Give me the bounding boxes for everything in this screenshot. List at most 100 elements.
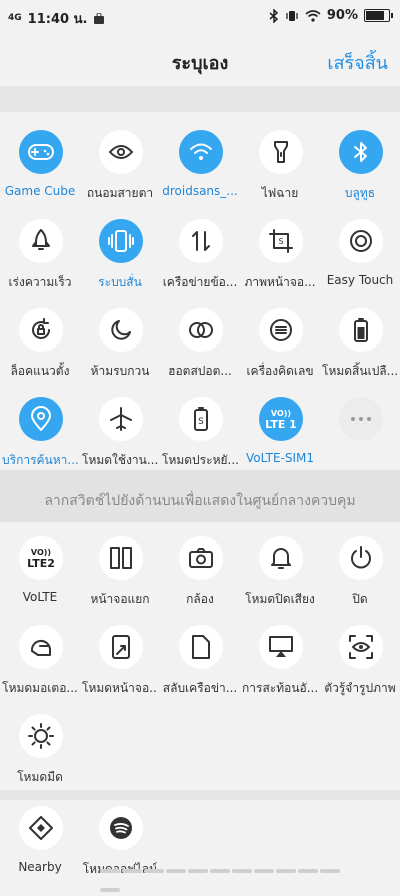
add-tile-button[interactable]	[320, 391, 400, 471]
tile-eye[interactable]: ถนอมสายตา	[80, 124, 160, 204]
tile-label: ไฟฉาย	[261, 186, 299, 200]
svg-text:S: S	[278, 237, 283, 246]
shrink-screen-icon	[99, 625, 143, 669]
volte-lte1-icon: VO)) LTE 1	[259, 397, 303, 441]
tile-dark-mode[interactable]: โหมดมืด	[0, 708, 80, 788]
tile-volte-lte1[interactable]: VO)) LTE 1 VoLTE-SIM1	[240, 391, 320, 471]
network-type: 4G	[8, 13, 22, 23]
battery-status-icon	[364, 9, 393, 22]
tile-moon[interactable]: ห้ามรบกวน	[80, 302, 160, 382]
tile-label: โหมดสิ้นเปลื...	[322, 364, 398, 378]
vibrate-icon	[99, 219, 143, 263]
tile-label: การสะท้อนอั...	[242, 681, 318, 695]
tile-power[interactable]: ปิด	[320, 530, 400, 610]
bag-notification-icon	[93, 12, 105, 25]
tile-label: หน้าจอแยก	[90, 592, 150, 606]
battery-icon	[339, 308, 383, 352]
hotspot-icon	[179, 308, 223, 352]
tile-bell[interactable]: โหมดปิดเสียง	[240, 530, 320, 610]
tile-wifi[interactable]: droidsans_...	[160, 124, 240, 204]
data-arrows-icon	[179, 219, 223, 263]
tile-label: ล็อคแนวตั้ง	[10, 364, 70, 378]
tile-rotation-lock[interactable]: ล็อคแนวตั้ง	[0, 302, 80, 382]
tile-power-saver[interactable]: S โหมดประหยั...	[160, 391, 240, 471]
tile-flashlight[interactable]: ไฟฉาย	[240, 124, 320, 204]
tile-helmet[interactable]: โหมดมอเตอ...	[0, 619, 80, 699]
sim-icon	[179, 625, 223, 669]
tile-label: droidsans_...	[162, 184, 238, 198]
tile-label: เครื่องคิดเลข	[246, 364, 314, 378]
active-tiles-section: Game Cube ถนอมสายตา droidsans_... ไฟฉาย บลูท…	[0, 112, 400, 470]
scroll-indicator	[100, 858, 360, 892]
status-bar: 4G 11:40 น. 90%	[0, 0, 400, 34]
rocket-icon	[19, 219, 63, 263]
icon-text-bottom: LTE 1	[265, 418, 297, 431]
bluetooth-icon	[339, 130, 383, 174]
tile-label: โหมดปิดเสียง	[245, 592, 315, 606]
wifi-status-icon	[305, 9, 321, 22]
tile-scan-eye[interactable]: ตัวรู้จำรูปภาพ	[320, 619, 400, 699]
tile-data-arrows[interactable]: เครือข่ายข้อ...	[160, 213, 240, 293]
tile-label: Game Cube	[4, 184, 76, 198]
tile-shrink-screen[interactable]: โหมดหน้าจอ...	[80, 619, 160, 699]
header: ระบุเอง เสร็จสิ้น	[0, 34, 400, 86]
tile-label: Nearby	[18, 860, 62, 874]
tile-label: ห้ามรบกวน	[90, 364, 150, 378]
tile-label: บริการค้นหา...	[2, 453, 78, 467]
tile-spotify[interactable]: โหมดออฟไลน์	[80, 800, 160, 880]
tile-cast[interactable]: การสะท้อนอั...	[240, 619, 320, 699]
tile-label: โหมดมอเตอ...	[2, 681, 78, 695]
tile-battery[interactable]: โหมดสิ้นเปลื...	[320, 302, 400, 382]
tile-label: Easy Touch	[326, 273, 394, 287]
power-icon	[339, 536, 383, 580]
icon-text-bottom: LTE2	[27, 557, 55, 570]
eye-icon	[99, 130, 143, 174]
tile-screenshot[interactable]: S ภาพหน้าจอ...	[240, 213, 320, 293]
done-button[interactable]: เสร็จสิ้น	[327, 48, 388, 77]
tile-label: ถนอมสายตา	[86, 186, 154, 200]
screenshot-icon: S	[259, 219, 303, 263]
tile-gamepad[interactable]: Game Cube	[0, 124, 80, 204]
scan-eye-icon	[339, 625, 383, 669]
tile-airplane[interactable]: โหมดใช้งาน...	[80, 391, 160, 471]
tile-easy-touch[interactable]: Easy Touch	[320, 213, 400, 293]
tile-label: เร่งความเร็ว	[8, 275, 72, 289]
tile-hotspot[interactable]: ฮอตสปอต...	[160, 302, 240, 382]
tile-nearby[interactable]: Nearby	[0, 800, 80, 880]
tile-bluetooth[interactable]: บลูทูธ	[320, 124, 400, 204]
tile-rocket[interactable]: เร่งความเร็ว	[0, 213, 80, 293]
available-tiles-section: VO)) LTE2 VoLTE หน้าจอแยก กล้อง โหมดปิดเสียง ป…	[0, 522, 400, 790]
tile-calculator[interactable]: เครื่องคิดเลข	[240, 302, 320, 382]
clock: 11:40 น.	[27, 12, 88, 27]
camera-icon	[179, 536, 223, 580]
tile-label: โหมดใช้งาน...	[82, 453, 158, 467]
helmet-icon	[19, 625, 63, 669]
tile-volte-lte2[interactable]: VO)) LTE2 VoLTE	[0, 530, 80, 610]
tile-vibrate[interactable]: ระบบสั่น	[80, 213, 160, 293]
bell-icon	[259, 536, 303, 580]
easy-touch-icon	[339, 219, 383, 263]
tile-split-screen[interactable]: หน้าจอแยก	[80, 530, 160, 610]
tile-location[interactable]: บริการค้นหา...	[0, 391, 80, 471]
tile-label: โหมดประหยั...	[162, 453, 238, 467]
volte-lte2-icon: VO)) LTE2	[19, 536, 63, 580]
tile-label: VoLTE	[22, 590, 58, 604]
calculator-icon	[259, 308, 303, 352]
tile-label: บลูทูธ	[344, 186, 376, 200]
tile-label: ตัวรู้จำรูปภาพ	[324, 681, 396, 695]
rotation-lock-icon	[19, 308, 63, 352]
flashlight-icon	[259, 130, 303, 174]
more-icon	[339, 397, 383, 441]
drag-hint-text: ลากสวิตช์ไปยังด้านบนเพื่อแสดงในศูนย์กลาง…	[44, 493, 356, 509]
tile-sim[interactable]: สลับเครือข่า...	[160, 619, 240, 699]
battery-percent: 90%	[326, 8, 358, 23]
cast-icon	[259, 625, 303, 669]
location-icon	[19, 397, 63, 441]
moon-icon	[99, 308, 143, 352]
spotify-icon	[99, 806, 143, 850]
tile-label: ภาพหน้าจอ...	[244, 275, 316, 289]
tile-label: ปิด	[352, 592, 368, 606]
tile-camera[interactable]: กล้อง	[160, 530, 240, 610]
gamepad-icon	[19, 130, 63, 174]
vibrate-status-icon	[285, 10, 299, 22]
